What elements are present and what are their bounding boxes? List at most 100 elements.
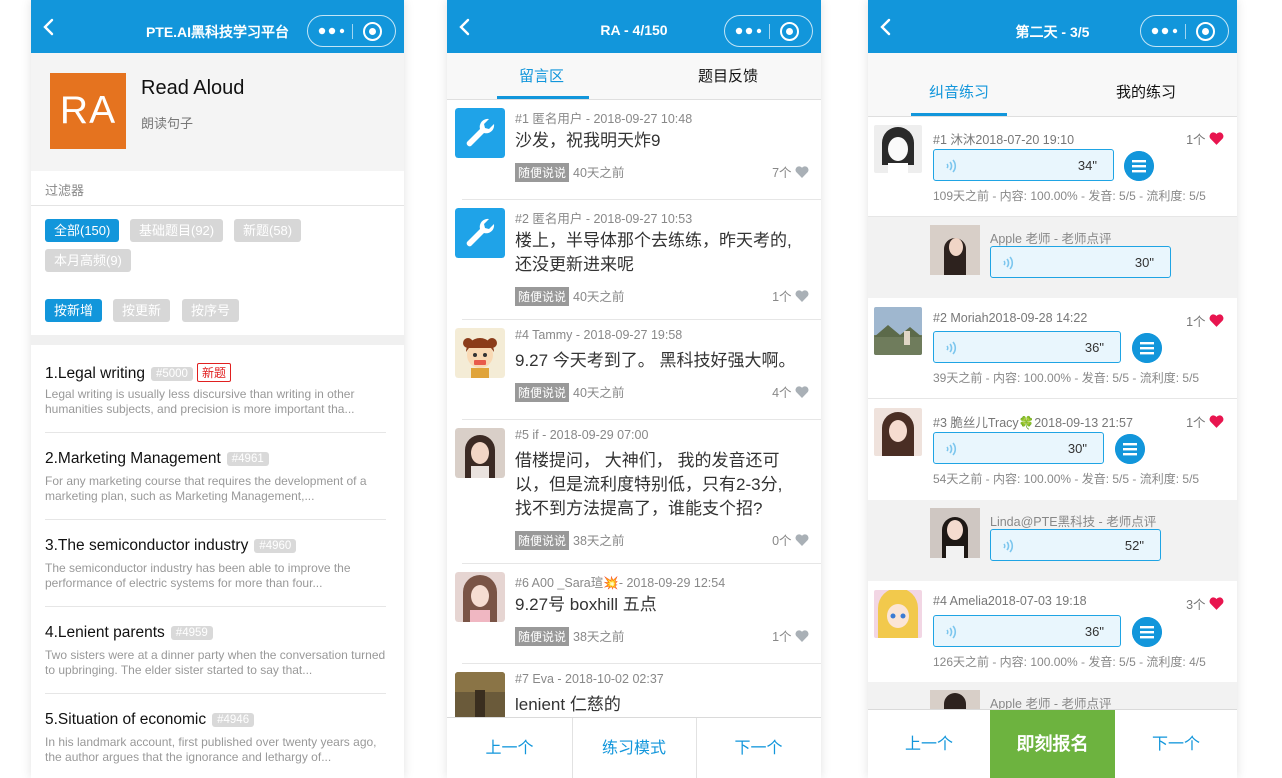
- audio-duration: 36": [1084, 340, 1104, 355]
- like-counter[interactable]: 1个: [772, 286, 809, 305]
- heart-icon: [795, 534, 809, 546]
- article-number-badge: #4961: [226, 452, 269, 466]
- record-target-icon[interactable]: [1195, 21, 1216, 42]
- like-count: 7个: [772, 166, 792, 180]
- article-item[interactable]: 3.The semiconductor industry #4960 The se…: [45, 520, 386, 607]
- comment-item[interactable]: #7 Eva - 2018-10-02 02:37 lenient 仁慈的: [447, 664, 821, 724]
- comment-line: 沙发，祝我明天炸9: [515, 131, 661, 150]
- prev-button[interactable]: 上一个: [447, 718, 572, 778]
- article-item[interactable]: 2.Marketing Management #4961 For any mark…: [45, 433, 386, 520]
- chip-monthly-hot[interactable]: 本月高频(9): [45, 249, 131, 272]
- comment-footer: 随便说说 40天之前: [515, 382, 624, 402]
- article-title: 2.Marketing Management: [45, 450, 221, 467]
- sort-by-number[interactable]: 按序号: [182, 299, 240, 322]
- tab-correction-practice[interactable]: 纠音练习: [929, 81, 989, 102]
- comment-tag: 随便说说: [515, 383, 570, 402]
- like-count: 1个: [1186, 133, 1206, 147]
- audio-duration: 36": [1084, 624, 1104, 639]
- comment-age: 40天之前: [573, 290, 625, 304]
- comment-footer: 随便说说 40天之前: [515, 162, 624, 182]
- like-counter[interactable]: 3个: [1186, 594, 1224, 613]
- menu-lines-icon[interactable]: [1115, 434, 1145, 464]
- next-button[interactable]: 下一个: [1115, 710, 1237, 778]
- article-excerpt: In his landmark account, first published…: [45, 735, 377, 764]
- comment-text: 楼上，半导体那个去练练，昨天考的, 还没更新进来呢: [515, 229, 801, 277]
- score-stats: 109天之前 - 内容: 100.00% - 发音: 5/5 - 流利度: 5/…: [933, 189, 1206, 203]
- avatar-girl-cartoon: [455, 328, 505, 378]
- chip-basic[interactable]: 基础题目(92): [130, 219, 224, 242]
- menu-lines-icon[interactable]: [1132, 333, 1162, 363]
- more-dots-icon[interactable]: [318, 25, 348, 37]
- more-dots-icon[interactable]: [735, 25, 765, 37]
- avatar-teacher: [930, 508, 980, 558]
- back-chevron-icon[interactable]: [39, 17, 59, 37]
- tab-my-practice[interactable]: 我的练习: [1116, 81, 1176, 102]
- comment-text: 9.27号 boxhill 五点: [515, 593, 801, 617]
- more-dots-icon[interactable]: [1151, 25, 1181, 37]
- record-target-icon[interactable]: [362, 21, 383, 42]
- tab-comments[interactable]: 留言区: [519, 65, 564, 86]
- audio-player[interactable]: 34": [933, 149, 1114, 181]
- practice-mode-button[interactable]: 练习模式: [572, 718, 696, 778]
- signup-button[interactable]: 即刻报名: [990, 710, 1115, 778]
- chip-new[interactable]: 新题(58): [234, 219, 302, 242]
- comment-item[interactable]: #2 匿名用户 - 2018-09-27 10:53 楼上，半导体那个去练练，昨…: [447, 200, 821, 320]
- like-counter[interactable]: 1个: [1186, 311, 1224, 330]
- like-counter[interactable]: 1个: [1186, 129, 1224, 148]
- practice-record: #1 沐沐2018-07-20 19:10 1个 34" 109天之前 - 内容…: [868, 117, 1237, 217]
- sound-wave-icon: [1003, 539, 1014, 553]
- comment-item[interactable]: #1 匿名用户 - 2018-09-27 10:48 沙发，祝我明天炸9 随便说…: [447, 100, 821, 200]
- tab-feedback[interactable]: 题目反馈: [698, 65, 758, 86]
- avatar-anime: [874, 590, 922, 638]
- record-user: #4 Amelia2018-07-03 19:18: [933, 594, 1087, 608]
- practice-record: #4 Amelia2018-07-03 19:18 3个 36" 126天之前 …: [868, 582, 1237, 682]
- back-chevron-icon[interactable]: [876, 17, 896, 37]
- back-chevron-icon[interactable]: [455, 17, 475, 37]
- comment-item[interactable]: #4 Tammy - 2018-09-27 19:58 9.27 今天考到了。 …: [447, 320, 821, 420]
- record-target-icon[interactable]: [779, 21, 800, 42]
- like-count: 1个: [772, 630, 792, 644]
- article-item[interactable]: 1.Legal writing #5000 新题 Legal writing is …: [45, 346, 386, 433]
- filter-panel: 全部(150) 基础题目(92) 新题(58) 本月高频(9) 按新增 按更新 …: [31, 205, 404, 335]
- avatar-photo-girl: [455, 572, 505, 622]
- comment-item[interactable]: #5 if - 2018-09-29 07:00 借楼提问， 大神们， 我的发音…: [447, 420, 821, 564]
- like-counter[interactable]: 0个: [772, 530, 809, 549]
- comment-tag: 随便说说: [515, 287, 570, 306]
- comment-text: 9.27 今天考到了。 黑科技好强大啊。: [515, 349, 801, 373]
- mini-program-capsule: [1140, 15, 1229, 47]
- like-counter[interactable]: 1个: [772, 626, 809, 645]
- user-name: #4 Amelia: [933, 594, 988, 608]
- audio-player[interactable]: 36": [933, 331, 1121, 363]
- practice-record: #2 Moriah2018-09-28 14:22 1个 36" 39天之前 -…: [868, 299, 1237, 399]
- menu-lines-icon[interactable]: [1124, 151, 1154, 181]
- article-item[interactable]: 4.Lenient parents #4959 Two sisters were …: [45, 607, 386, 694]
- ra-logo: RA: [50, 73, 126, 149]
- avatar-sketch-girl: [874, 125, 922, 173]
- sort-by-update[interactable]: 按更新: [113, 299, 171, 322]
- like-counter[interactable]: 4个: [772, 382, 809, 401]
- sort-by-new[interactable]: 按新增: [45, 299, 103, 322]
- like-counter[interactable]: 7个: [772, 162, 809, 181]
- bottom-nav-bar: 上一个 练习模式 下一个: [447, 717, 821, 778]
- article-item[interactable]: 5.Situation of economic #4946 In his land…: [45, 694, 386, 778]
- comment-line: 借楼提问， 大神们， 我的发音还可: [515, 451, 780, 470]
- prev-button[interactable]: 上一个: [868, 710, 990, 778]
- menu-lines-icon[interactable]: [1132, 617, 1162, 647]
- article-number-badge: #4959: [170, 626, 213, 640]
- like-counter[interactable]: 1个: [1186, 412, 1224, 431]
- audio-duration: 34": [1077, 158, 1097, 173]
- article-title: 5.Situation of economic: [45, 711, 207, 728]
- audio-player[interactable]: 36": [933, 615, 1121, 647]
- record-user: #2 Moriah2018-09-28 14:22: [933, 311, 1087, 325]
- teacher-audio-player[interactable]: 52": [990, 529, 1161, 561]
- audio-player[interactable]: 30": [933, 432, 1104, 464]
- practice-record: #3 脆丝儿Tracy🍀2018-09-13 21:57 1个 30" 54天之…: [868, 400, 1237, 500]
- heart-icon: [1209, 597, 1224, 610]
- teacher-audio-player[interactable]: 30": [990, 246, 1171, 278]
- next-button[interactable]: 下一个: [696, 718, 821, 778]
- comment-age: 38天之前: [573, 534, 625, 548]
- chip-all[interactable]: 全部(150): [45, 219, 120, 242]
- user-name: #2 Moriah: [933, 311, 989, 325]
- comment-meta: #1 匿名用户 - 2018-09-27 10:48: [515, 112, 693, 126]
- comment-item[interactable]: #6 A00 _Sara瑄💥- 2018-09-29 12:54 9.27号 b…: [447, 564, 821, 664]
